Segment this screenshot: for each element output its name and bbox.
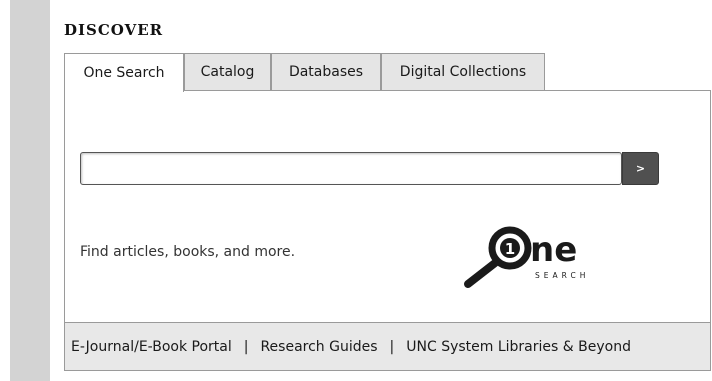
- tab-digital-collections[interactable]: Digital Collections: [381, 53, 545, 91]
- ejournal-ebook-portal-link[interactable]: E-Journal/E-Book Portal: [71, 339, 232, 355]
- search-input[interactable]: [80, 152, 622, 185]
- one-search-logo: 1 ne SEARCH: [464, 226, 589, 288]
- logo-numeral: 1: [505, 240, 515, 258]
- search-panel: > Find articles, books, and more. 1 ne S…: [64, 90, 711, 323]
- tab-catalog[interactable]: Catalog: [184, 53, 271, 91]
- footer-separator: |: [243, 338, 249, 355]
- unc-system-libraries-link[interactable]: UNC System Libraries & Beyond: [406, 339, 631, 355]
- logo-subtitle: SEARCH: [535, 271, 589, 280]
- research-guides-link[interactable]: Research Guides: [260, 339, 377, 355]
- footer-separator: |: [389, 338, 395, 355]
- footer-links: E-Journal/E-Book Portal | Research Guide…: [64, 323, 711, 371]
- logo-word: ne: [530, 230, 577, 270]
- tab-databases[interactable]: Databases: [271, 53, 381, 91]
- magnifier-handle-icon: [464, 259, 499, 288]
- tab-one-search[interactable]: One Search: [64, 53, 184, 92]
- section-heading: DISCOVER: [64, 21, 164, 39]
- left-gray-bar: [10, 0, 50, 381]
- helper-text: Find articles, books, and more.: [80, 244, 296, 260]
- search-button[interactable]: >: [622, 152, 659, 185]
